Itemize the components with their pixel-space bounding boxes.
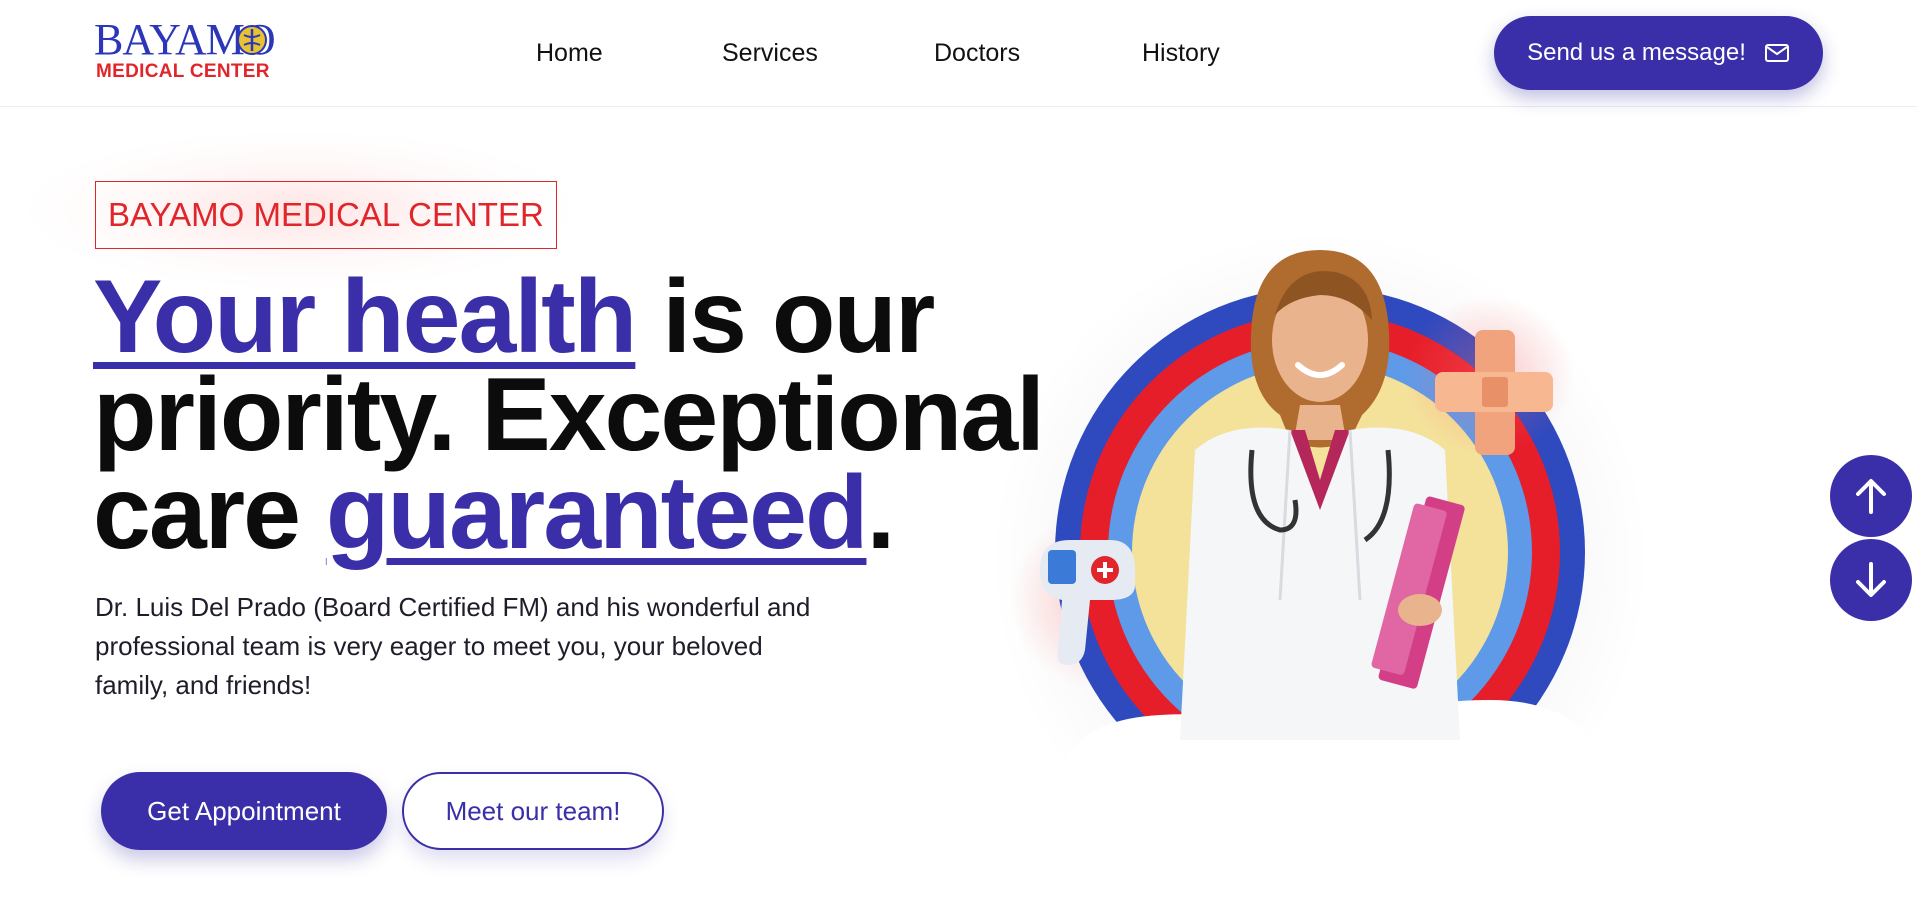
- get-appointment-button[interactable]: Get Appointment: [101, 772, 387, 850]
- bandage-cross-icon: [1405, 295, 1575, 455]
- hero-description: Dr. Luis Del Prado (Board Certified FM) …: [95, 592, 811, 700]
- meet-team-button[interactable]: Meet our team!: [402, 772, 664, 850]
- nav-history[interactable]: History: [1142, 36, 1220, 70]
- headline-highlight-guaranteed: guaranteed: [325, 455, 869, 571]
- nav-home[interactable]: Home: [536, 36, 603, 70]
- medical-caduceus-icon: [237, 25, 267, 55]
- logo-subtitle: MEDICAL CENTER: [96, 61, 270, 82]
- scroll-down-button[interactable]: [1830, 539, 1912, 621]
- headline-period: .: [866, 455, 895, 571]
- nav-services[interactable]: Services: [722, 36, 818, 70]
- headline-line-2: priority. Exceptional: [93, 357, 1045, 473]
- headline-line-1: Your health is our: [93, 265, 973, 369]
- hero-headline: Your health is our priority. Exceptional…: [93, 265, 1045, 565]
- scroll-up-button[interactable]: [1830, 455, 1912, 537]
- arrow-down-icon: [1856, 562, 1886, 597]
- envelope-icon: [1764, 44, 1789, 62]
- nav-doctors[interactable]: Doctors: [934, 36, 1020, 70]
- site-logo[interactable]: BAYAMO MEDICAL CENTER: [94, 18, 276, 82]
- hero-illustration: [990, 230, 1650, 880]
- hero-badge: BAYAMO MEDICAL CENTER: [95, 181, 557, 249]
- site-header: BAYAMO MEDICAL CENTER Home Services Doct…: [0, 0, 1917, 107]
- headline-text-3: care: [93, 455, 326, 571]
- headline-line-3: care guaranteed.: [93, 461, 973, 565]
- send-message-label: Send us a message!: [1527, 39, 1746, 66]
- arrow-up-icon: [1856, 479, 1886, 514]
- send-message-button[interactable]: Send us a message!: [1494, 16, 1823, 90]
